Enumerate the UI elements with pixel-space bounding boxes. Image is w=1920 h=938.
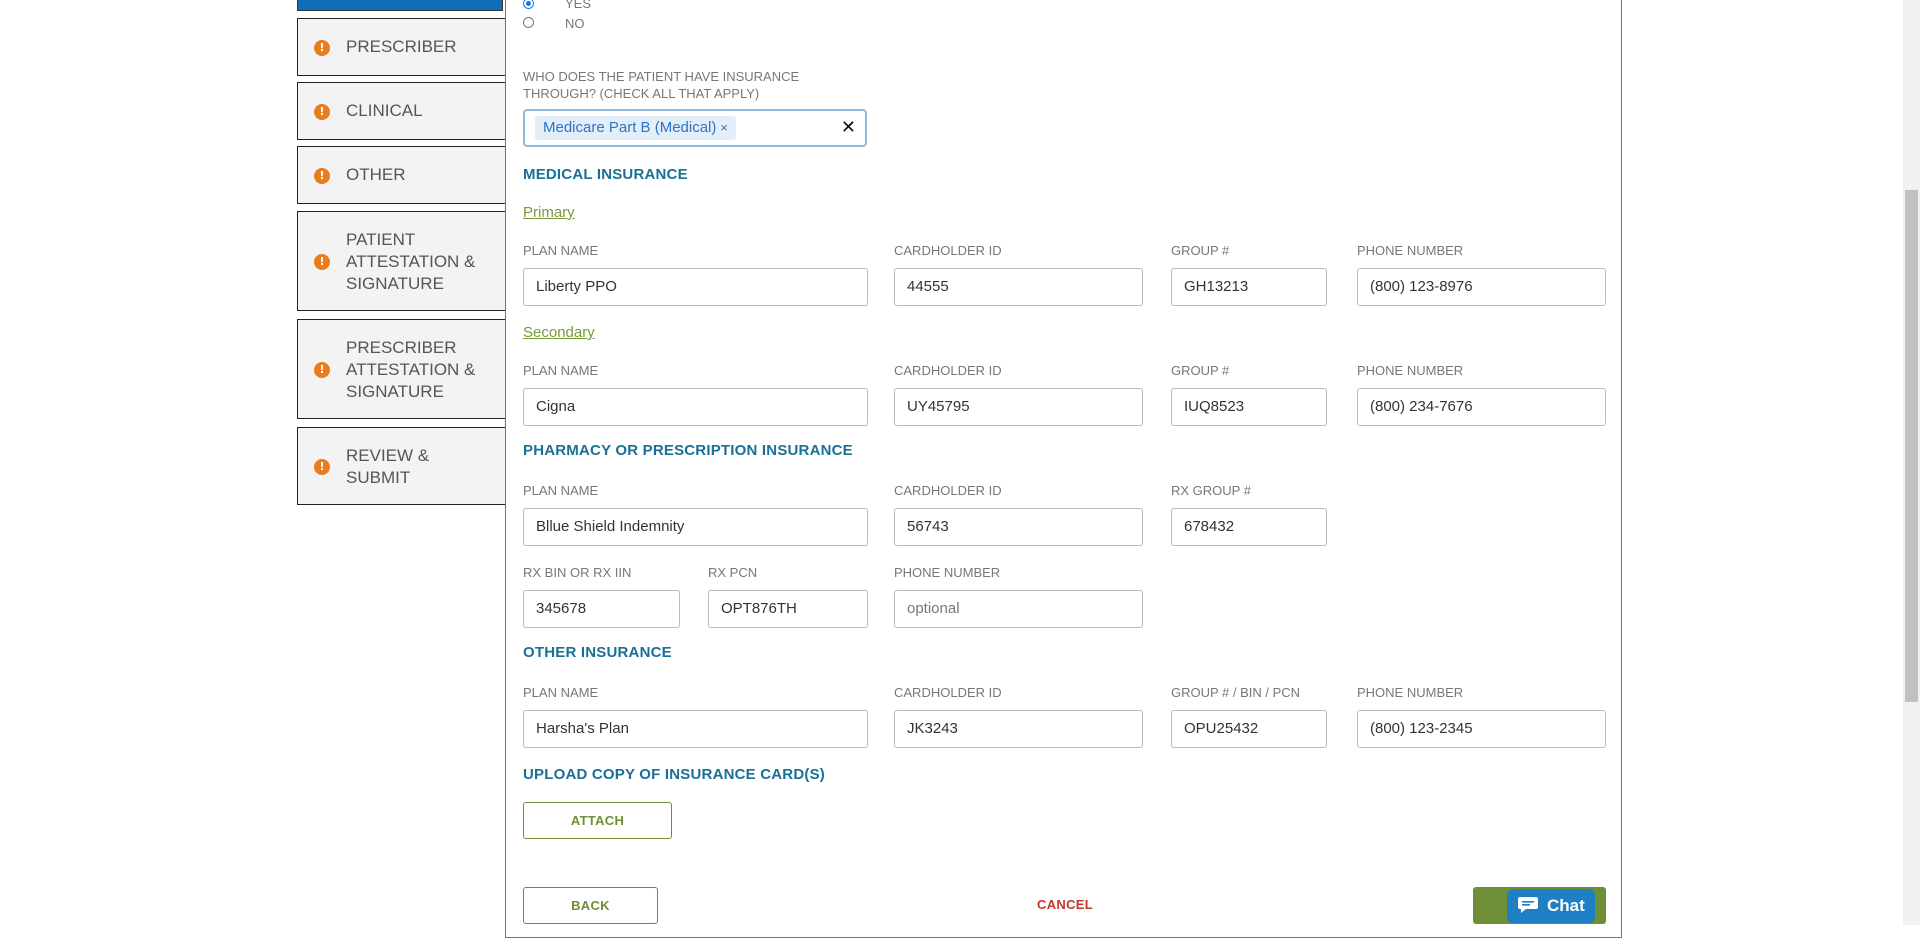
cardholder-id-label: CARDHOLDER ID bbox=[894, 483, 1002, 498]
selected-tag-label: Medicare Part B (Medical) bbox=[543, 119, 717, 136]
back-button[interactable]: BACK bbox=[523, 887, 658, 924]
sidebar-item-label: PATIENT ATTESTATION & SIGNATURE bbox=[346, 230, 476, 293]
sidebar-item-prescriber[interactable]: ! PRESCRIBER bbox=[297, 18, 505, 76]
group-bin-pcn-label: GROUP # / BIN / PCN bbox=[1171, 685, 1301, 700]
secondary-link[interactable]: Secondary bbox=[523, 324, 595, 341]
secondary-plan-name-input[interactable]: Cigna bbox=[523, 388, 868, 426]
other-group-input[interactable]: OPU25432 bbox=[1171, 710, 1327, 748]
cardholder-id-label: CARDHOLDER ID bbox=[894, 363, 1002, 378]
yes-radio-label: YES bbox=[565, 0, 592, 11]
chat-label: Chat bbox=[1547, 896, 1585, 915]
group-label: GROUP # bbox=[1171, 363, 1230, 378]
plan-name-label: PLAN NAME bbox=[523, 243, 599, 258]
clear-icon[interactable]: ✕ bbox=[841, 117, 856, 138]
secondary-cardholder-id-input[interactable]: UY45795 bbox=[894, 388, 1143, 426]
other-plan-name-input[interactable]: Harsha's Plan bbox=[523, 710, 868, 748]
warning-icon: ! bbox=[314, 104, 330, 120]
group-label: GROUP # bbox=[1171, 243, 1230, 258]
chat-button[interactable]: Chat bbox=[1507, 889, 1595, 923]
attach-button[interactable]: ATTACH bbox=[523, 802, 672, 839]
plan-name-label: PLAN NAME bbox=[523, 363, 599, 378]
secondary-group-input[interactable]: IUQ8523 bbox=[1171, 388, 1327, 426]
cancel-link[interactable]: CANCEL bbox=[1037, 897, 1093, 912]
sidebar-item-other[interactable]: ! OTHER bbox=[297, 146, 505, 204]
other-cardholder-id-input[interactable]: JK3243 bbox=[894, 710, 1143, 748]
cardholder-id-label: CARDHOLDER ID bbox=[894, 243, 1002, 258]
medical-insurance-heading: MEDICAL INSURANCE bbox=[523, 166, 688, 183]
rx-bin-label: RX BIN OR RX IIN bbox=[523, 565, 632, 580]
sidebar-item-active[interactable] bbox=[297, 0, 503, 11]
other-insurance-heading: OTHER INSURANCE bbox=[523, 644, 672, 661]
warning-icon: ! bbox=[314, 362, 330, 378]
selected-tag: Medicare Part B (Medical) × bbox=[535, 116, 736, 140]
cardholder-id-label: CARDHOLDER ID bbox=[894, 685, 1002, 700]
yes-radio[interactable] bbox=[523, 0, 534, 9]
insurance-type-select[interactable]: Medicare Part B (Medical) × ✕ bbox=[523, 109, 867, 147]
phone-label: PHONE NUMBER bbox=[894, 565, 1001, 580]
primary-link[interactable]: Primary bbox=[523, 204, 575, 221]
phone-label: PHONE NUMBER bbox=[1357, 685, 1464, 700]
rx-pcn-label: RX PCN bbox=[708, 565, 758, 580]
warning-icon: ! bbox=[314, 459, 330, 475]
sidebar-item-label: CLINICAL bbox=[346, 101, 423, 120]
sidebar-item-patient-attestation[interactable]: ! PATIENT ATTESTATION & SIGNATURE bbox=[297, 211, 505, 311]
pharmacy-phone-input[interactable]: optional bbox=[894, 590, 1143, 628]
tag-remove-icon[interactable]: × bbox=[720, 120, 728, 135]
warning-icon: ! bbox=[314, 40, 330, 56]
no-radio[interactable] bbox=[523, 17, 534, 28]
plan-name-label: PLAN NAME bbox=[523, 685, 599, 700]
secondary-phone-input[interactable]: (800) 234-7676 bbox=[1357, 388, 1606, 426]
rx-bin-input[interactable]: 345678 bbox=[523, 590, 680, 628]
insurance-question: WHO DOES THE PATIENT HAVE INSURANCE THRO… bbox=[523, 69, 800, 101]
phone-label: PHONE NUMBER bbox=[1357, 243, 1464, 258]
rx-pcn-input[interactable]: OPT876TH bbox=[708, 590, 868, 628]
upload-heading: UPLOAD COPY OF INSURANCE CARD(S) bbox=[523, 766, 825, 783]
sidebar-item-label: PRESCRIBER bbox=[346, 37, 457, 56]
chat-bubble-icon bbox=[1518, 897, 1538, 913]
page-scrollbar-thumb[interactable] bbox=[1905, 190, 1918, 702]
plan-name-label: PLAN NAME bbox=[523, 483, 599, 498]
sidebar-item-label: PRESCRIBER ATTESTATION & SIGNATURE bbox=[346, 338, 476, 401]
primary-cardholder-id-input[interactable]: 44555 bbox=[894, 268, 1143, 306]
rx-group-input[interactable]: 678432 bbox=[1171, 508, 1327, 546]
pharmacy-insurance-heading: PHARMACY OR PRESCRIPTION INSURANCE bbox=[523, 442, 853, 459]
sidebar-item-clinical[interactable]: ! CLINICAL bbox=[297, 82, 505, 140]
other-phone-input[interactable]: (800) 123-2345 bbox=[1357, 710, 1606, 748]
sidebar-item-review-submit[interactable]: ! REVIEW & SUBMIT bbox=[297, 427, 505, 505]
warning-icon: ! bbox=[314, 254, 330, 270]
phone-label: PHONE NUMBER bbox=[1357, 363, 1464, 378]
sidebar-item-prescriber-attestation[interactable]: ! PRESCRIBER ATTESTATION & SIGNATURE bbox=[297, 319, 505, 419]
no-radio-label: NO bbox=[565, 16, 585, 31]
warning-icon: ! bbox=[314, 168, 330, 184]
insurance-form-panel: YES NO WHO DOES THE PATIENT HAVE INSURAN… bbox=[505, 0, 1622, 938]
primary-plan-name-input[interactable]: Liberty PPO bbox=[523, 268, 868, 306]
rx-group-label: RX GROUP # bbox=[1171, 483, 1251, 498]
primary-group-input[interactable]: GH13213 bbox=[1171, 268, 1327, 306]
primary-phone-input[interactable]: (800) 123-8976 bbox=[1357, 268, 1606, 306]
sidebar-item-label: REVIEW & SUBMIT bbox=[346, 446, 430, 487]
pharmacy-cardholder-id-input[interactable]: 56743 bbox=[894, 508, 1143, 546]
pharmacy-plan-name-input[interactable]: Bllue Shield Indemnity bbox=[523, 508, 868, 546]
sidebar-item-label: OTHER bbox=[346, 165, 406, 184]
